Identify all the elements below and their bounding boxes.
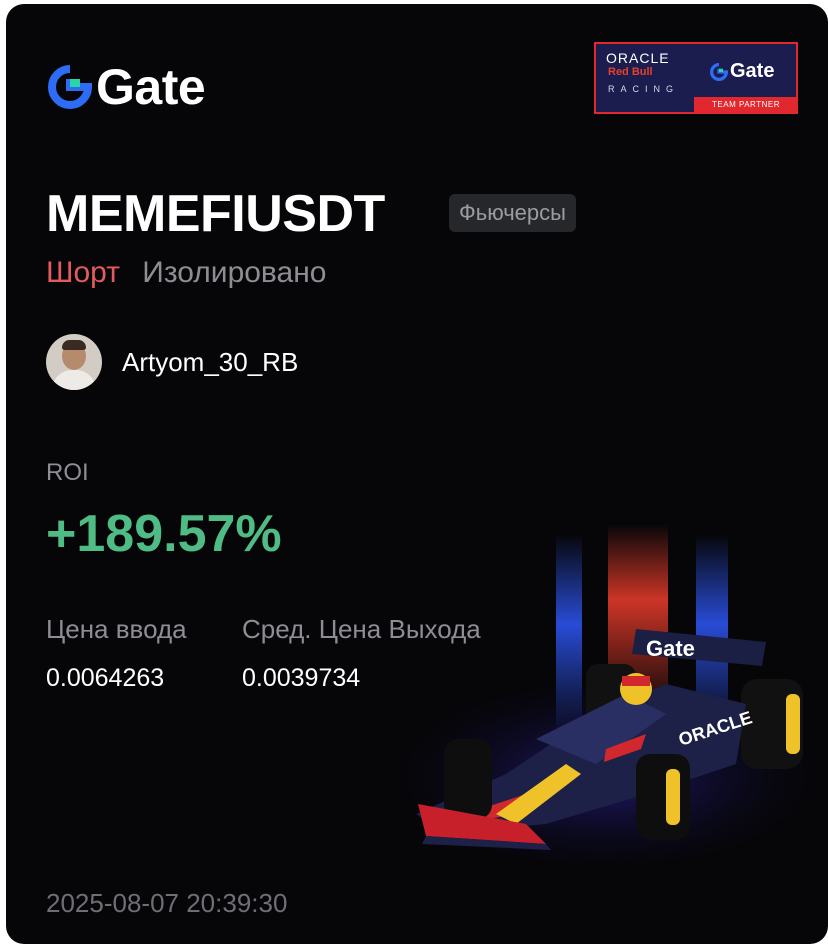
partner-gate-logo: Gate (710, 60, 774, 83)
gate-logo-icon (710, 62, 728, 81)
position-side-row: Шорт Изолировано (46, 256, 326, 290)
entry-price-label: Цена ввода (46, 614, 187, 644)
wing-gate-text: Gate (646, 636, 695, 661)
partner-oracle-text: ORACLE (606, 50, 670, 66)
exit-price-value: 0.0039734 (242, 664, 361, 692)
f1-car-illustration: Gate ORACLE (346, 524, 828, 864)
market-type-badge: Фьючерсы (449, 194, 576, 232)
partner-redbull-text: Red Bull (608, 66, 653, 78)
margin-mode: Изолировано (142, 256, 327, 289)
trading-pair: MEMEFIUSDT (46, 185, 385, 243)
avatar (46, 334, 102, 390)
username: Artyom_30_RB (122, 346, 299, 377)
roi-value: +189.57% (46, 505, 282, 563)
partner-racing-text: RACING (608, 84, 680, 94)
user-row: Artyom_30_RB (46, 334, 298, 390)
position-side: Шорт (46, 256, 120, 289)
logo-text: Gate (96, 59, 206, 115)
entry-price-value: 0.0064263 (46, 664, 165, 692)
gate-logo: Gate (48, 59, 206, 115)
team-partner-label: TEAM PARTNER (694, 97, 798, 112)
roi-label: ROI (46, 459, 89, 486)
team-partner-badge: ORACLE Red Bull RACING Gate TEAM PARTNER (594, 42, 798, 114)
share-card: Gate ORACLE Red Bull RACING Gate TEAM PA… (6, 4, 828, 944)
gate-logo-icon (48, 65, 92, 109)
partner-gate-text: Gate (730, 60, 775, 82)
timestamp: 2025-08-07 20:39:30 (46, 888, 288, 918)
